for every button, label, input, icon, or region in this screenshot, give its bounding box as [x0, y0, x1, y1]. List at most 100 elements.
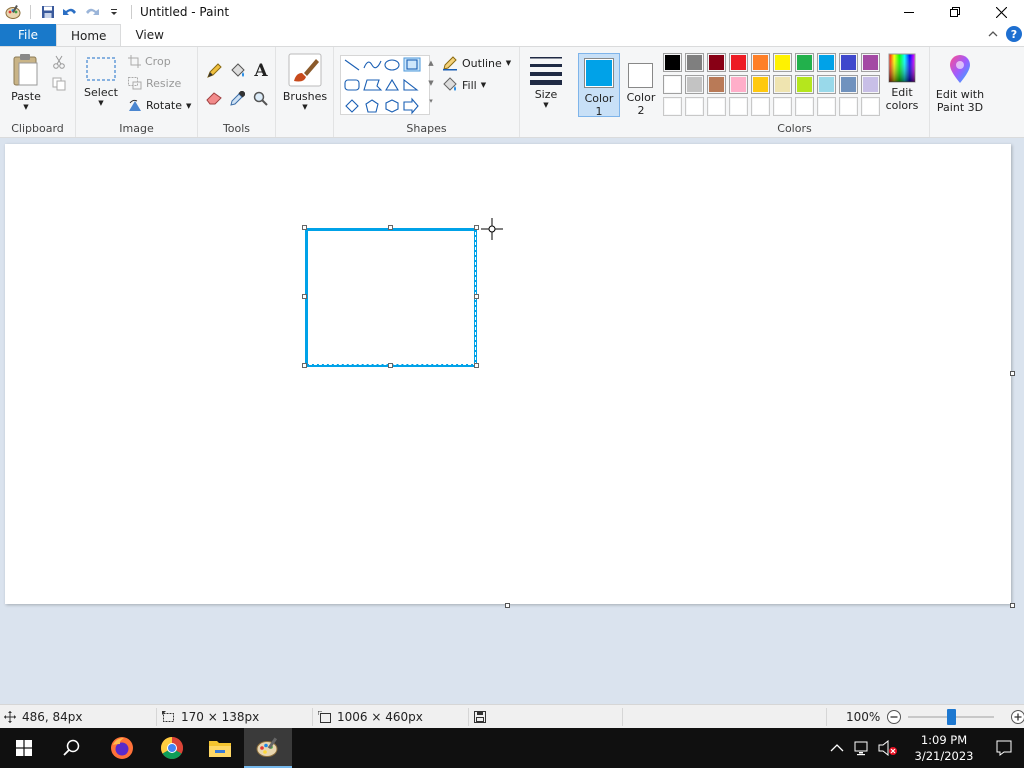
colors-group: Edit colors Colors [660, 47, 930, 137]
text-tool[interactable]: A [253, 61, 269, 79]
palette-swatch[interactable] [861, 97, 880, 116]
shapes-scroll-up-icon[interactable]: ▲ [426, 59, 436, 67]
minimize-button[interactable] [886, 0, 932, 24]
canvas-resize-handle-bottom[interactable] [505, 603, 510, 608]
fill-tool[interactable] [229, 63, 246, 79]
palette-swatch[interactable] [795, 75, 814, 94]
zoom-in-icon[interactable] [1010, 709, 1024, 725]
taskbar-file-explorer[interactable] [196, 728, 244, 768]
shape-handle-top[interactable] [388, 225, 393, 230]
palette-swatch[interactable] [861, 75, 880, 94]
palette-swatch-fill [687, 99, 702, 114]
shape-handle-top-left[interactable] [302, 225, 307, 230]
palette-swatch[interactable] [729, 75, 748, 94]
palette-swatch[interactable] [795, 97, 814, 116]
color1-button[interactable]: Color 1 [578, 53, 620, 118]
undo-icon[interactable] [59, 1, 81, 23]
taskbar-paint[interactable] [244, 728, 292, 768]
drawing-canvas[interactable] [5, 144, 1011, 604]
save-icon[interactable] [37, 1, 59, 23]
color-picker-tool[interactable] [230, 91, 245, 106]
start-button[interactable] [0, 728, 48, 768]
edit-colors-button[interactable]: Edit colors [884, 53, 920, 112]
palette-swatch[interactable] [685, 53, 704, 72]
palette-swatch[interactable] [685, 75, 704, 94]
rotate-button[interactable]: Rotate ▼ [128, 99, 191, 112]
shape-handle-left[interactable] [302, 294, 307, 299]
shape-handle-bottom-right[interactable] [474, 363, 479, 368]
outline-button[interactable]: Outline ▼ [442, 55, 511, 71]
action-center-button[interactable] [984, 728, 1024, 768]
palette-swatch[interactable] [729, 53, 748, 72]
copy-button[interactable] [52, 77, 66, 91]
redo-icon[interactable] [81, 1, 103, 23]
shapes-scroll-down-icon[interactable]: ▼ [426, 79, 436, 87]
paste-button[interactable]: Paste ▼ [6, 53, 46, 111]
palette-swatch[interactable] [817, 97, 836, 116]
canvas-size-icon [318, 711, 331, 723]
palette-swatch[interactable] [839, 97, 858, 116]
palette-swatch[interactable] [663, 53, 682, 72]
taskbar-firefox[interactable] [98, 728, 146, 768]
customize-qat-icon[interactable] [103, 1, 125, 23]
canvas-resize-handle-corner[interactable] [1010, 603, 1015, 608]
eraser-tool[interactable] [206, 91, 222, 105]
fill-button[interactable]: Fill ▼ [442, 77, 486, 93]
search-button[interactable] [48, 728, 96, 768]
tab-home[interactable]: Home [56, 24, 122, 47]
canvas-resize-handle-right[interactable] [1010, 371, 1015, 376]
shape-handle-bottom[interactable] [388, 363, 393, 368]
crop-button[interactable]: Crop [128, 55, 171, 68]
shapes-gallery-scroll[interactable]: ▲ ▼ ▾ [426, 55, 436, 115]
help-icon[interactable]: ? [1006, 26, 1022, 42]
size-dropdown-icon: ▼ [543, 101, 549, 109]
taskbar-clock[interactable]: 1:09 PM 3/21/2023 [904, 732, 984, 764]
palette-swatch[interactable] [773, 75, 792, 94]
tab-file[interactable]: File [0, 24, 56, 46]
palette-swatch[interactable] [707, 53, 726, 72]
edit-with-paint3d-button[interactable]: Edit with Paint 3D [932, 53, 988, 114]
palette-swatch[interactable] [751, 75, 770, 94]
network-icon[interactable] [854, 740, 872, 756]
zoom-slider-thumb[interactable] [947, 709, 957, 725]
size-button[interactable]: Size ▼ [528, 55, 564, 109]
magnifier-tool[interactable] [253, 91, 268, 106]
tab-view[interactable]: View [121, 24, 177, 46]
resize-button[interactable]: Resize [128, 77, 181, 90]
palette-swatch[interactable] [817, 75, 836, 94]
show-hidden-icons-icon[interactable] [830, 743, 844, 753]
palette-swatch[interactable] [729, 97, 748, 116]
pencil-icon [207, 63, 222, 78]
shapes-expand-icon[interactable]: ▾ [426, 97, 436, 105]
shape-handle-right[interactable] [474, 294, 479, 299]
select-button[interactable]: Select ▼ [82, 55, 120, 107]
palette-swatch[interactable] [839, 53, 858, 72]
close-button[interactable] [978, 0, 1024, 24]
palette-swatch[interactable] [773, 53, 792, 72]
palette-swatch[interactable] [795, 53, 814, 72]
shape-handle-top-right[interactable] [474, 225, 479, 230]
palette-swatch[interactable] [817, 53, 836, 72]
brushes-button[interactable]: Brushes ▼ [280, 53, 330, 111]
palette-swatch[interactable] [751, 53, 770, 72]
volume-muted-icon[interactable] [878, 740, 898, 756]
zoom-out-icon[interactable] [886, 709, 902, 725]
restore-button[interactable] [932, 0, 978, 24]
pencil-tool[interactable] [206, 63, 222, 79]
cut-button[interactable] [52, 55, 66, 69]
palette-swatch[interactable] [773, 97, 792, 116]
palette-swatch[interactable] [861, 53, 880, 72]
minimize-ribbon-icon[interactable] [988, 29, 998, 39]
palette-swatch[interactable] [839, 75, 858, 94]
color2-button[interactable]: Color 2 [622, 53, 660, 117]
shape-handle-bottom-left[interactable] [302, 363, 307, 368]
palette-swatch[interactable] [663, 97, 682, 116]
palette-swatch[interactable] [663, 75, 682, 94]
zoom-slider[interactable] [908, 709, 995, 725]
palette-swatch[interactable] [707, 97, 726, 116]
palette-swatch[interactable] [751, 97, 770, 116]
palette-swatch[interactable] [707, 75, 726, 94]
taskbar-chrome[interactable] [148, 728, 196, 768]
paint-app-icon[interactable] [2, 1, 24, 23]
palette-swatch[interactable] [685, 97, 704, 116]
